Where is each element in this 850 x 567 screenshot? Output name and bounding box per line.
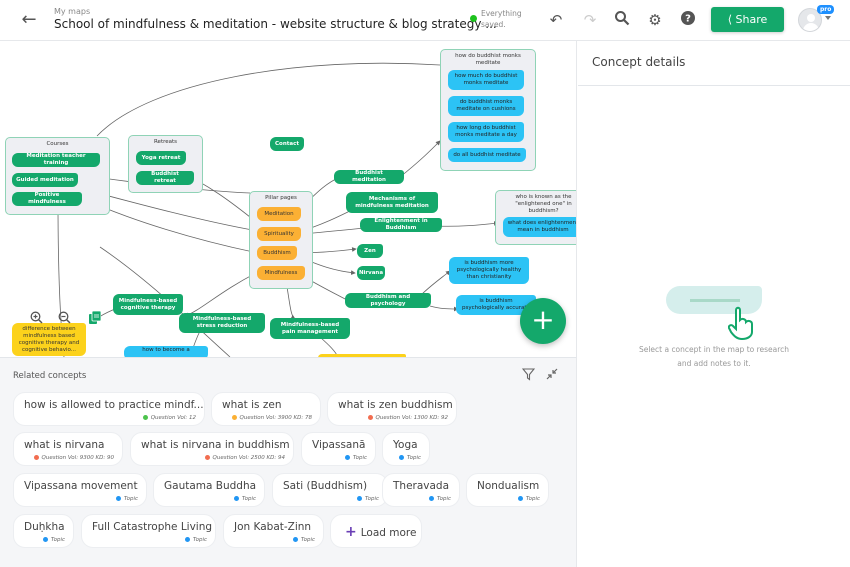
chevron-down-icon[interactable] bbox=[825, 16, 831, 20]
filter-icon[interactable] bbox=[521, 368, 536, 384]
node-buddhist-meditation[interactable]: Buddhist meditation bbox=[334, 170, 404, 184]
node-guided-meditation[interactable]: Guided meditation bbox=[12, 173, 78, 187]
related-concept-chip[interactable]: what is zen buddhism Question Vol: 1300 K… bbox=[327, 392, 457, 426]
zoom-in-icon[interactable] bbox=[29, 311, 43, 325]
related-concept-chip[interactable]: Vipassanā Topic bbox=[301, 432, 376, 466]
redo-icon[interactable]: ↷ bbox=[580, 10, 600, 30]
notes-icon[interactable] bbox=[88, 310, 102, 325]
related-concept-chip[interactable]: what is zen Question Vol: 3900 KD: 78 bbox=[211, 392, 321, 426]
saved-status-dot bbox=[470, 15, 477, 22]
select-concept-hint: Select a concept in the map to research … bbox=[638, 345, 790, 368]
node-difference-mbct-cbt[interactable]: difference between mindfulness based cog… bbox=[12, 323, 86, 356]
pointer-hand-icon bbox=[728, 306, 753, 340]
share-icon: ⟨ bbox=[727, 13, 733, 26]
node-positive-mindfulness[interactable]: Positive mindfulness bbox=[12, 192, 82, 206]
related-concept-chip[interactable]: Nondualism Topic bbox=[466, 473, 549, 507]
node-mindfulness[interactable]: Mindfulness bbox=[257, 266, 305, 280]
select-concept-illustration bbox=[666, 286, 762, 346]
pro-badge: pro bbox=[817, 5, 835, 14]
related-concept-chip[interactable]: what is nirvana Question Vol: 9300 KD: 90 bbox=[13, 432, 123, 466]
node-nirvana[interactable]: Nirvana bbox=[357, 266, 385, 280]
top-bar: ← My maps School of mindfulness & medita… bbox=[0, 0, 850, 41]
concept-details-panel: Concept details Select a concept in the … bbox=[578, 41, 850, 567]
plus-icon: + bbox=[345, 524, 357, 540]
help-icon[interactable]: ? bbox=[678, 10, 698, 30]
related-concept-chip[interactable]: Theravada Topic bbox=[382, 473, 460, 507]
node-buddhism[interactable]: Buddhism bbox=[257, 246, 297, 260]
related-concepts-panel: Related concepts how is allowed to pract… bbox=[0, 357, 577, 567]
related-concept-chip[interactable]: Yoga Topic bbox=[382, 432, 430, 466]
node-meditation[interactable]: Meditation bbox=[257, 207, 301, 221]
node-contact[interactable]: Contact bbox=[270, 137, 304, 151]
load-more-button[interactable]: + Load more bbox=[330, 514, 422, 548]
node-do-all-buddhist[interactable]: do all buddhist meditate bbox=[448, 148, 526, 162]
related-concept-chip[interactable]: what is nirvana in buddhism Question Vol:… bbox=[130, 432, 294, 466]
divider bbox=[578, 85, 850, 86]
related-concept-chip[interactable]: Full Catastrophe Living Topic bbox=[81, 514, 216, 548]
edge bbox=[399, 140, 441, 178]
node-enlightenment-buddhism[interactable]: Enlightenment in Buddhism bbox=[360, 218, 442, 232]
node-how-to-become[interactable]: how to become a bbox=[124, 346, 208, 357]
mind-map-canvas[interactable]: Courses Meditation teacher training Guid… bbox=[0, 41, 577, 357]
add-concept-button[interactable]: + bbox=[520, 298, 566, 344]
share-button[interactable]: ⟨ Share bbox=[711, 7, 784, 32]
node-mbct[interactable]: Mindfulness-based cognitive therapy bbox=[113, 294, 183, 315]
back-arrow-icon[interactable]: ← bbox=[18, 9, 40, 31]
concept-details-heading: Concept details bbox=[592, 55, 686, 69]
map-title[interactable]: School of mindfulness & meditation - web… bbox=[54, 17, 497, 31]
breadcrumb[interactable]: My maps bbox=[54, 7, 90, 16]
node-buddhist-retreat[interactable]: Buddhist retreat bbox=[136, 171, 194, 185]
related-concept-chip[interactable]: Jon Kabat-Zinn Topic bbox=[223, 514, 324, 548]
node-mbpm[interactable]: Mindfulness-based pain management bbox=[270, 318, 350, 339]
edge bbox=[96, 62, 441, 137]
related-concepts-heading: Related concepts bbox=[13, 371, 87, 381]
related-concept-chip[interactable]: Sati (Buddhism) Topic bbox=[272, 473, 388, 507]
node-buddhism-more-healthy[interactable]: is buddhism more psychologically healthy… bbox=[449, 257, 529, 284]
node-mbsr[interactable]: Mindfulness-based stress reduction bbox=[179, 313, 265, 333]
node-buddhism-psychology[interactable]: Buddhism and psychology bbox=[345, 293, 431, 308]
edge bbox=[429, 305, 459, 312]
search-icon[interactable] bbox=[612, 10, 632, 30]
undo-icon[interactable]: ↶ bbox=[546, 10, 566, 30]
gear-icon[interactable]: ⚙ bbox=[645, 10, 665, 30]
related-concept-chip[interactable]: Duḥkha Topic bbox=[13, 514, 74, 548]
node-mechanisms-mindfulness[interactable]: Mechanisms of mindfulness meditation bbox=[346, 192, 438, 213]
save-status: Everything saved. bbox=[481, 9, 522, 29]
edge bbox=[433, 221, 499, 227]
node-spirituality[interactable]: Spirituality bbox=[257, 227, 301, 241]
node-yoga-retreat[interactable]: Yoga retreat bbox=[136, 151, 186, 165]
related-concept-chip[interactable]: Vipassana movement Topic bbox=[13, 473, 147, 507]
svg-text:?: ? bbox=[685, 14, 691, 25]
collapse-icon[interactable] bbox=[546, 368, 558, 383]
node-monks-cushions[interactable]: do buddhist monks meditate on cushions bbox=[448, 96, 524, 116]
zoom-out-icon[interactable] bbox=[57, 311, 71, 325]
node-what-enlightenment[interactable]: what does enlightenment mean in buddhism bbox=[503, 217, 576, 237]
node-meditation-teacher-training[interactable]: Meditation teacher training bbox=[12, 153, 100, 167]
node-how-long-monks[interactable]: how long do buddhist monks meditate a da… bbox=[448, 122, 524, 142]
related-concept-chip[interactable]: Gautama Buddha Topic bbox=[153, 473, 265, 507]
node-how-much-monks[interactable]: how much do buddhist monks meditate bbox=[448, 70, 524, 90]
node-zen[interactable]: Zen bbox=[357, 244, 383, 258]
related-concept-chip[interactable]: how is allowed to practice mindf... Quest… bbox=[13, 392, 205, 426]
